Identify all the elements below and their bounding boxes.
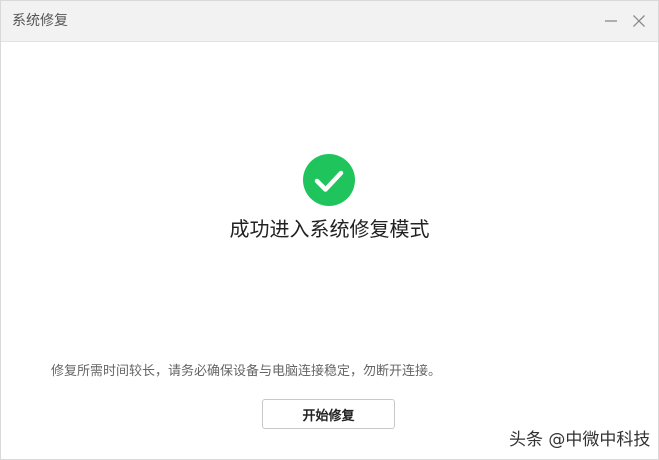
close-button[interactable] (627, 9, 651, 33)
window-title: 系统修复 (12, 13, 68, 29)
watermark: 头条 @中微中科技 (509, 430, 651, 450)
repair-notice: 修复所需时间较长，请务必确保设备与电脑连接稳定，勿断开连接。 (51, 364, 442, 379)
minimize-icon (605, 20, 617, 22)
minimize-button[interactable] (599, 9, 623, 33)
start-repair-button[interactable]: 开始修复 (262, 399, 395, 429)
close-icon (633, 15, 645, 27)
system-repair-window: 系统修复 成功进入系统修复模式 修复所需时间较长，请务必确保设备与电脑连接稳定，… (0, 0, 659, 460)
check-circle-icon (303, 154, 355, 206)
title-bar: 系统修复 (1, 1, 658, 42)
success-title: 成功进入系统修复模式 (229, 217, 430, 241)
